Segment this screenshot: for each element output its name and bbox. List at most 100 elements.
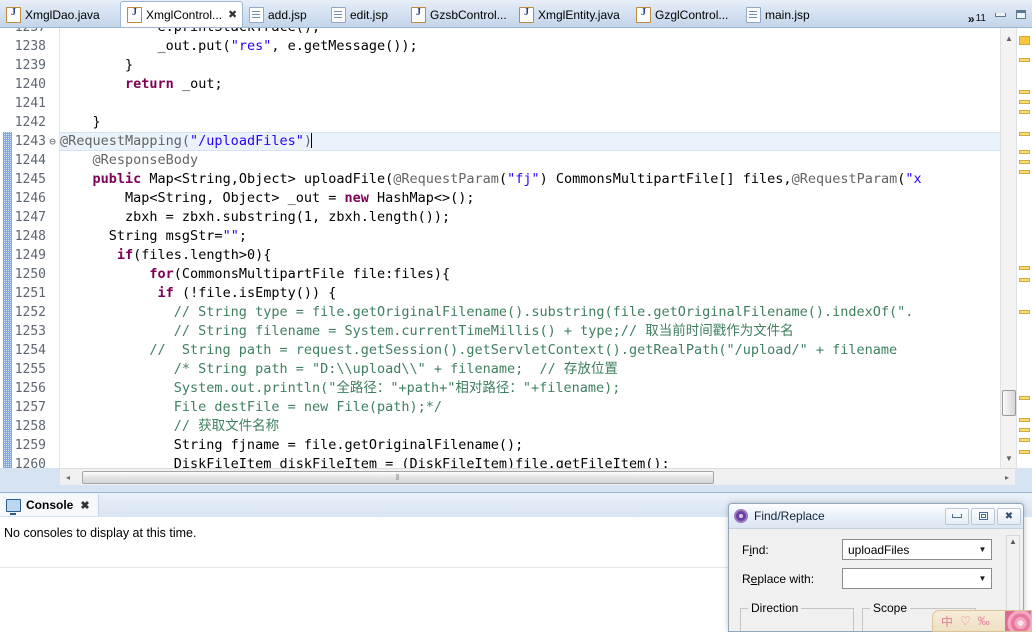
fold-collapse-icon[interactable]: ⊖: [47, 132, 58, 151]
code-line: Map<String, Object> _out = new HashMap<>…: [60, 190, 475, 206]
line-number: 1252: [14, 305, 46, 320]
editor-tab-bar: XmglDao.java XmglControl... ✖ add.jsp edit.j…: [0, 0, 1032, 28]
scope-group-label: Scope: [870, 601, 911, 615]
line-number: 1237: [15, 28, 46, 37]
line-number: 1238: [14, 39, 46, 54]
code-editor[interactable]: 1237 1238 1239 1240 1241 1242 1243⊖1244 1245 124…: [0, 28, 1032, 468]
java-file-icon: [411, 7, 426, 23]
editor-tab-xmglentity-java[interactable]: XmglEntity.java: [513, 3, 630, 27]
line-number: 1242: [14, 115, 46, 130]
overview-ruler-marker[interactable]: [1019, 36, 1030, 45]
editor-tab-xmgldao-java[interactable]: XmglDao.java: [0, 3, 120, 27]
replace-label: Replace with:: [742, 571, 815, 586]
code-line: File destFile = new File(path);*/: [60, 399, 443, 415]
editor-tab-gzglcontrol[interactable]: GzglControl...: [630, 3, 740, 27]
code-line: _out.put("res", e.getMessage());: [60, 38, 418, 54]
overview-ruler-marker[interactable]: [1019, 266, 1030, 270]
line-number: 1239: [14, 58, 46, 73]
overview-ruler-marker[interactable]: [1019, 278, 1030, 282]
editor-horizontal-scrollbar[interactable]: ◂ ‖ ▸: [60, 468, 1015, 485]
heart-icon[interactable]: ♡: [960, 614, 971, 628]
code-line: String fjname = file.getOriginalFilename…: [60, 437, 524, 453]
editor-tab-label: XmglDao.java: [25, 8, 100, 22]
editor-tab-xmglcontrol[interactable]: XmglControl... ✖: [120, 1, 243, 27]
overview-ruler-marker[interactable]: [1019, 132, 1030, 136]
direction-group: Direction: [740, 601, 854, 631]
line-number: 1250: [14, 267, 46, 282]
minimize-icon[interactable]: [993, 9, 1008, 22]
find-dropdown-arrow[interactable]: ▼: [974, 545, 991, 554]
code-line: e.printStackTrace();: [60, 28, 321, 37]
ime-toolbar[interactable]: 中 ♡ ‰: [932, 610, 1032, 632]
editor-tab-label: GzsbControl...: [430, 8, 507, 22]
editor-tab-label: add.jsp: [268, 8, 307, 22]
overview-ruler[interactable]: [1016, 28, 1032, 468]
tab-overflow-chevron[interactable]: » 11: [968, 13, 990, 27]
line-number-ruler: 1237 1238 1239 1240 1241 1242 1243⊖1244 1245 124…: [0, 28, 60, 468]
overview-ruler-marker[interactable]: [1019, 310, 1030, 314]
find-replace-title-bar[interactable]: Find/Replace ✖: [729, 504, 1023, 529]
line-number: 1259: [14, 438, 46, 453]
overview-ruler-marker[interactable]: [1019, 150, 1030, 154]
replace-input[interactable]: ▼: [842, 568, 992, 589]
tab-console[interactable]: Console ✖: [0, 494, 99, 516]
editor-vertical-scrollbar[interactable]: ▲ ▼: [1000, 28, 1017, 468]
find-replace-minimize-button[interactable]: [945, 507, 969, 525]
overview-ruler-marker[interactable]: [1019, 428, 1030, 432]
editor-tab-main-jsp[interactable]: main.jsp: [740, 3, 834, 27]
code-line: zbxh = zbxh.substring(1, zbxh.length());: [60, 209, 451, 225]
line-number: 1260: [14, 457, 46, 468]
line-number: 1255: [14, 362, 46, 377]
overview-ruler-marker[interactable]: [1019, 418, 1030, 422]
jsp-file-icon: [746, 7, 761, 23]
overview-ruler-marker[interactable]: [1019, 438, 1030, 442]
find-replace-close-button[interactable]: ✖: [997, 507, 1021, 525]
hscroll-left-arrow[interactable]: ◂: [60, 470, 76, 485]
line-number: 1257: [14, 400, 46, 415]
line-number: 1249: [14, 248, 46, 263]
line-number: 1245: [14, 172, 46, 187]
vscroll-down-arrow[interactable]: ▼: [1003, 452, 1015, 464]
find-replace-scroll-up-arrow[interactable]: ▲: [1009, 537, 1017, 546]
line-number: 1247: [14, 210, 46, 225]
replace-dropdown-arrow[interactable]: ▼: [974, 574, 991, 583]
console-close-icon[interactable]: ✖: [80, 499, 89, 512]
hscroll-thumb[interactable]: ‖: [82, 470, 714, 484]
code-line: // String type = file.getOriginalFilenam…: [60, 304, 914, 320]
code-line: /* String path = "D:\\upload\\" + filena…: [60, 361, 618, 377]
overview-ruler-marker[interactable]: [1019, 100, 1030, 104]
overview-ruler-marker[interactable]: [1019, 90, 1030, 94]
overview-ruler-marker[interactable]: [1019, 450, 1030, 454]
overview-ruler-marker[interactable]: [1019, 396, 1030, 400]
editor-tab-label: XmglControl...: [146, 7, 223, 22]
find-row: Find: uploadFiles ▼: [729, 539, 1023, 560]
find-input[interactable]: uploadFiles ▼: [842, 539, 992, 560]
find-input-value: uploadFiles: [848, 542, 910, 557]
overview-ruler-marker[interactable]: [1019, 110, 1030, 114]
find-replace-restore-button[interactable]: [971, 507, 995, 525]
overview-ruler-marker[interactable]: [1019, 58, 1030, 62]
overview-ruler-marker[interactable]: [1019, 160, 1030, 164]
editor-tab-close-icon[interactable]: ✖: [228, 8, 237, 21]
maximize-icon[interactable]: [1014, 9, 1029, 22]
code-line: @RequestMapping("/uploadFiles"): [60, 133, 312, 149]
editor-tab-gzsbcontrol[interactable]: GzsbControl...: [405, 3, 513, 27]
line-number: 1240: [14, 77, 46, 92]
tab-overflow-count: 11: [975, 13, 986, 24]
java-file-icon: [127, 6, 142, 23]
chinese-input-icon[interactable]: 中: [941, 613, 953, 630]
code-text-area[interactable]: e.printStackTrace(); _out.put("res", e.g…: [60, 28, 1032, 468]
code-line: if (!file.isEmpty()) {: [157, 285, 337, 301]
percent-icon[interactable]: ‰: [978, 614, 990, 628]
replace-row: Replace with: ▼: [729, 568, 1023, 589]
vscroll-up-arrow[interactable]: ▲: [1003, 32, 1015, 44]
text-caret: [310, 133, 312, 148]
code-line: public Map<String,Object> uploadFile(@Re…: [92, 171, 922, 187]
java-file-icon: [6, 7, 21, 23]
editor-tab-edit-jsp[interactable]: edit.jsp: [325, 3, 405, 27]
line-number: 1246: [14, 191, 46, 206]
overview-ruler-marker[interactable]: [1019, 170, 1030, 174]
vscroll-thumb[interactable]: [1002, 390, 1016, 416]
hscroll-right-arrow[interactable]: ▸: [999, 470, 1015, 485]
editor-tab-add-jsp[interactable]: add.jsp: [243, 3, 325, 27]
